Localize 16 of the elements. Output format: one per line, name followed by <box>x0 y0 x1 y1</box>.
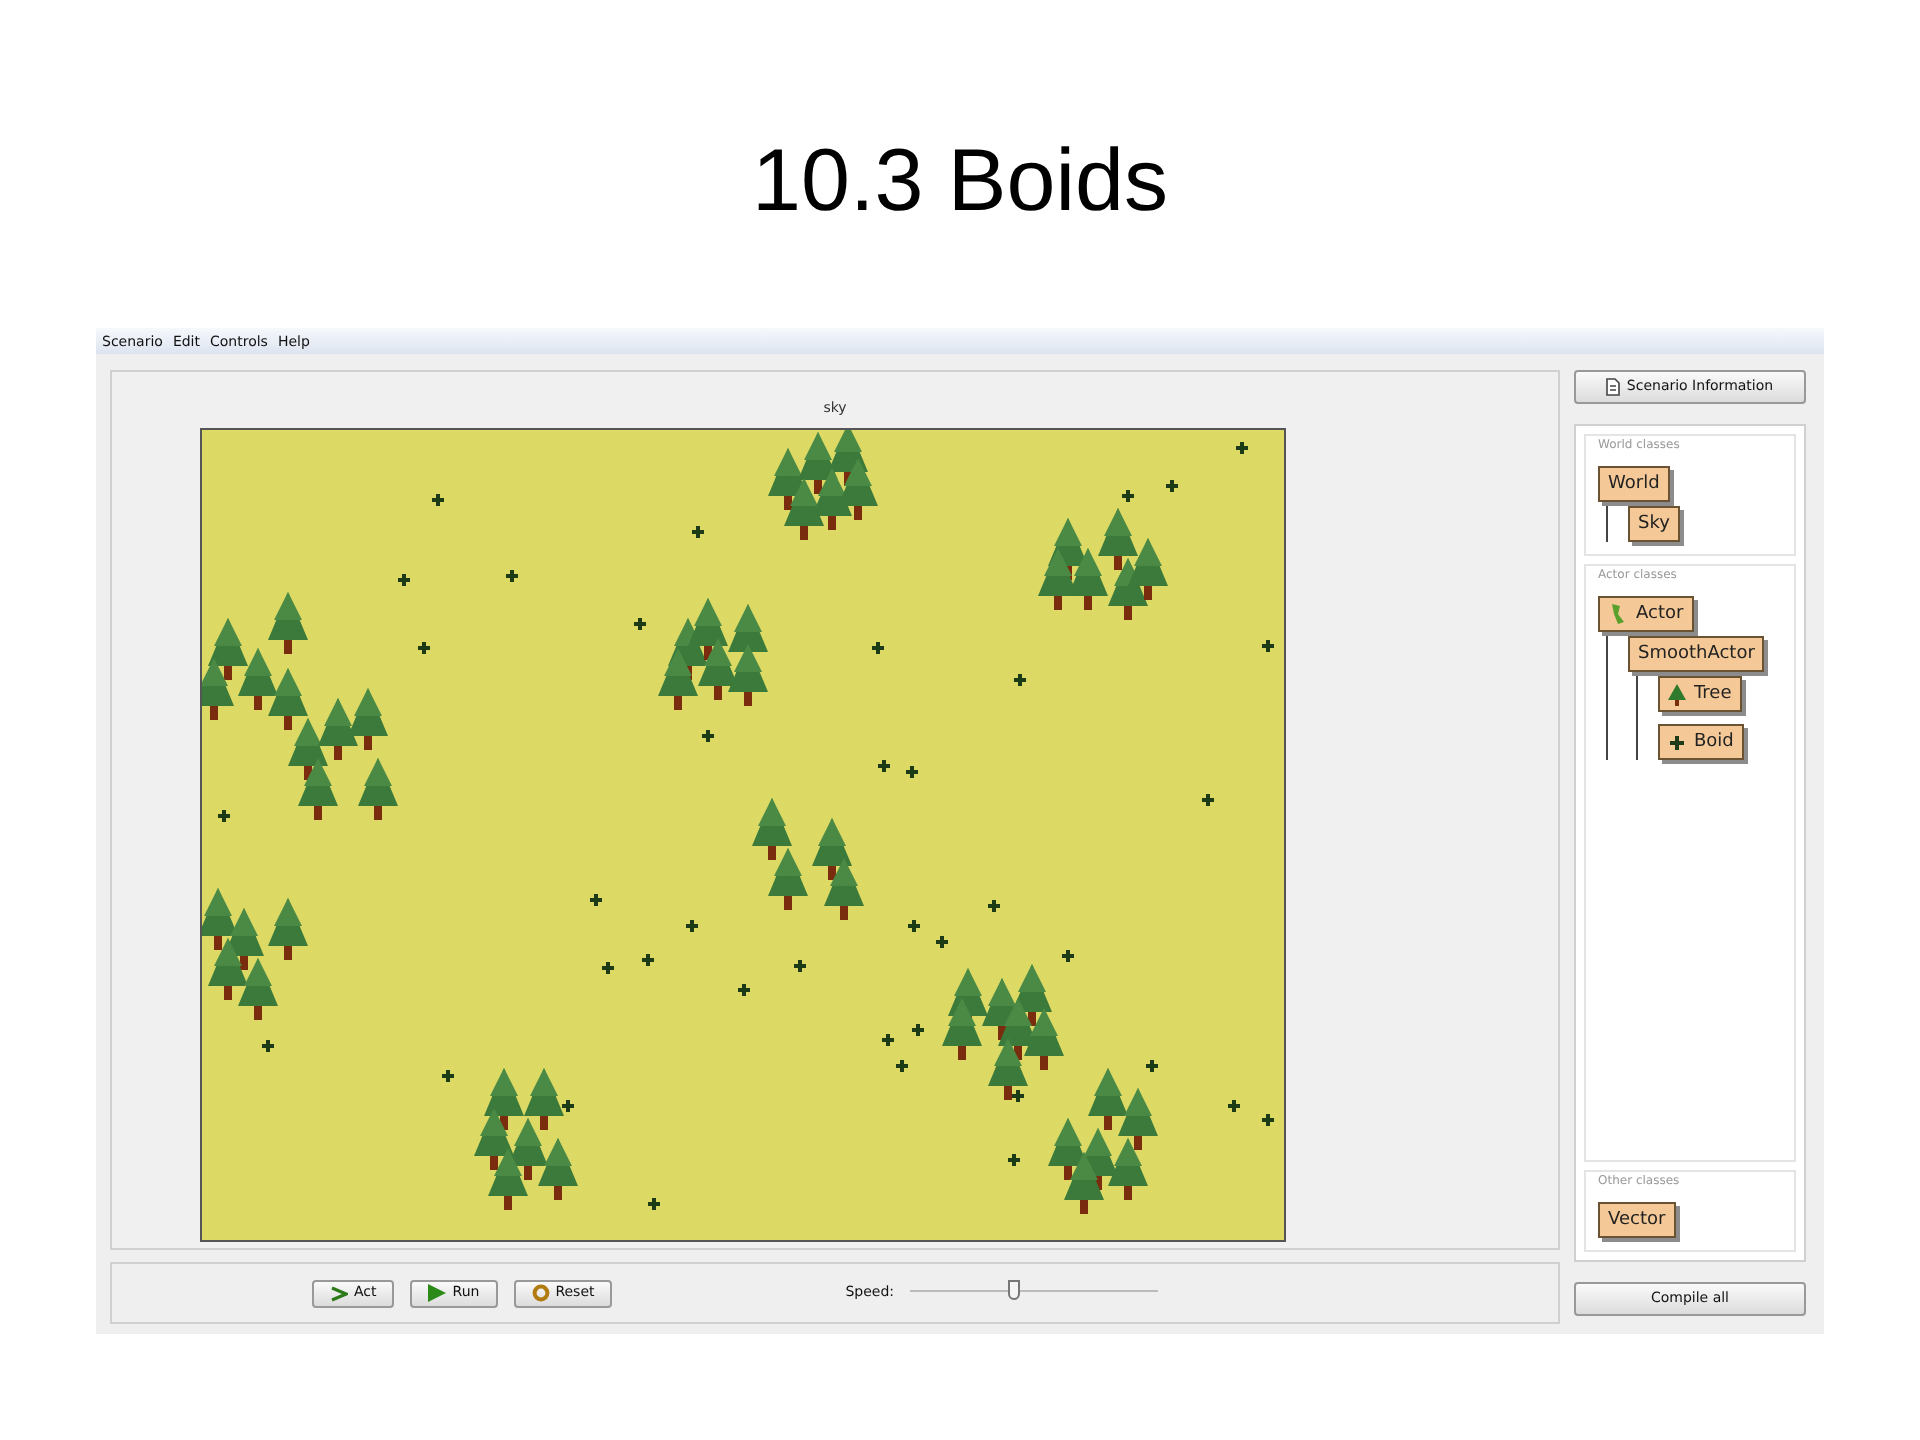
slider-thumb[interactable] <box>1008 1279 1021 1299</box>
class-button[interactable]: World <box>1598 466 1670 502</box>
slide-title: 10.3 Boids <box>752 132 1168 232</box>
play-icon <box>428 1284 447 1302</box>
class-button[interactable]: Boid <box>1658 724 1744 760</box>
tree-icon <box>1668 683 1686 705</box>
class-button[interactable]: Actor <box>1598 596 1694 632</box>
boid-icon <box>1668 733 1686 751</box>
class-button[interactable]: SmoothActor <box>1628 636 1765 672</box>
reset-icon <box>531 1284 550 1302</box>
lizard-icon <box>1608 602 1628 626</box>
document-icon <box>1606 378 1621 396</box>
chevron-icon <box>330 1285 348 1301</box>
class-button[interactable]: Sky <box>1628 506 1680 542</box>
class-button[interactable]: Tree <box>1658 676 1742 712</box>
class-button[interactable]: Vector <box>1598 1202 1676 1238</box>
